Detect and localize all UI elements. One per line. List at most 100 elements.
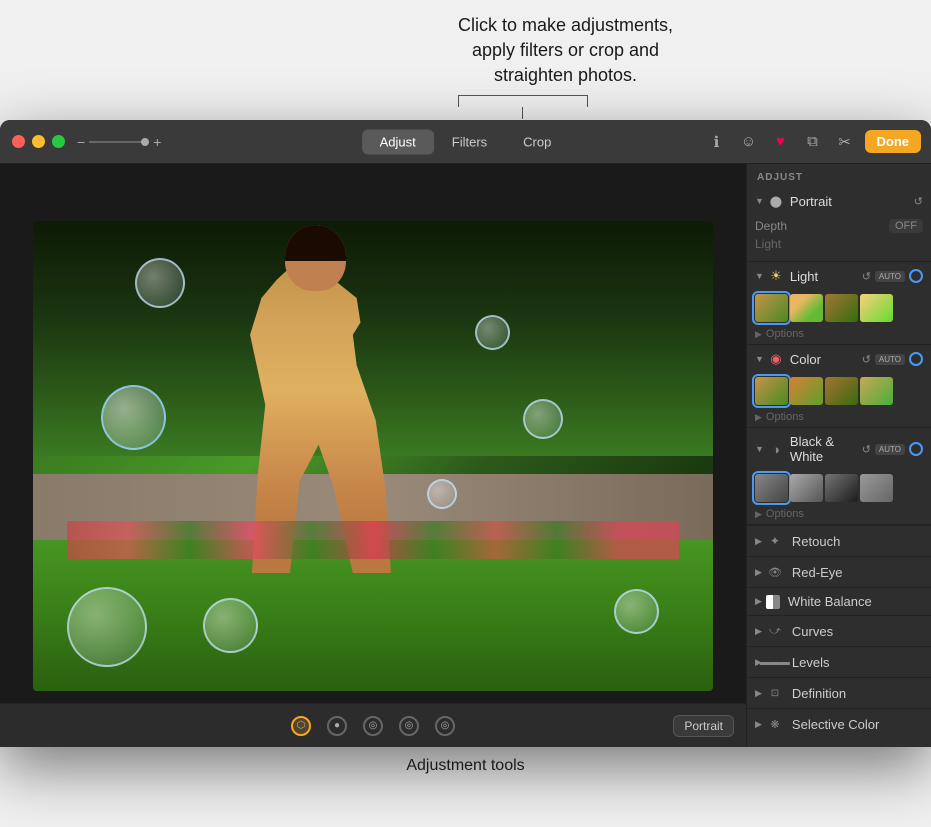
light-section-header[interactable]: ▼ ☀ Light ↺ AUTO xyxy=(747,262,931,290)
color-thumb-1[interactable] xyxy=(755,377,788,405)
below-annotation: Adjustment tools xyxy=(0,747,931,827)
tool-icon-2[interactable]: ● xyxy=(327,716,347,736)
photo-area[interactable]: ⬡ ● ◎ ◎ ◎ Portrait xyxy=(0,164,746,747)
done-button[interactable]: Done xyxy=(865,130,922,153)
bw-icon: ◑ xyxy=(768,441,784,457)
tab-filters[interactable]: Filters xyxy=(434,129,505,154)
portrait-controls: Depth OFF Light xyxy=(747,215,931,261)
color-options[interactable]: ▶ Options xyxy=(747,409,931,427)
tab-crop[interactable]: Crop xyxy=(505,129,569,154)
light-thumb-1[interactable] xyxy=(755,294,788,322)
bw-thumb-2[interactable] xyxy=(790,474,823,502)
curves-item[interactable]: ▶ ⤻ Curves xyxy=(747,615,931,646)
light-thumb-strip xyxy=(747,290,931,326)
info-icon[interactable]: ℹ xyxy=(705,130,729,154)
light-chevron: ▼ xyxy=(755,271,764,281)
light-thumb-2[interactable] xyxy=(790,294,823,322)
light-undo-icon[interactable]: ↺ xyxy=(862,270,871,283)
red-eye-item[interactable]: ▶ 👁 Red-Eye xyxy=(747,556,931,587)
definition-chevron: ▶ xyxy=(755,688,762,699)
bw-thumb-strip xyxy=(747,470,931,506)
tool-icon-5[interactable]: ◎ xyxy=(435,716,455,736)
tool-icon-3[interactable]: ◎ xyxy=(363,716,383,736)
main-content: ⬡ ● ◎ ◎ ◎ Portrait ADJUST ▼ ⬤ Portrait ↺ xyxy=(0,164,931,747)
light-label: Light xyxy=(755,235,923,253)
panel-scroll[interactable]: ▼ ⬤ Portrait ↺ Depth OFF Light xyxy=(747,187,931,747)
color-undo-icon[interactable]: ↺ xyxy=(862,353,871,366)
portrait-section-header[interactable]: ▼ ⬤ Portrait ↺ xyxy=(747,187,931,215)
heart-icon[interactable]: ♥ xyxy=(769,130,793,154)
bw-toggle[interactable] xyxy=(909,442,923,456)
color-title: Color xyxy=(790,352,862,367)
tooltip-bracket xyxy=(458,95,588,107)
selective-color-item[interactable]: ▶ ❋ Selective Color xyxy=(747,708,931,739)
share-icon[interactable]: ⧉ xyxy=(801,130,825,154)
tab-adjust[interactable]: Adjust xyxy=(362,129,434,154)
definition-item[interactable]: ▶ ⊡ Definition xyxy=(747,677,931,708)
color-chevron: ▼ xyxy=(755,354,764,364)
tooltip-area: Click to make adjustments, apply filters… xyxy=(0,0,931,120)
levels-item[interactable]: ▶ ▬▬▬ Levels xyxy=(747,646,931,677)
zoom-in-icon[interactable]: + xyxy=(153,134,161,150)
zoom-slider[interactable] xyxy=(89,141,149,143)
light-section: ▼ ☀ Light ↺ AUTO xyxy=(747,262,931,345)
portrait-chevron: ▼ xyxy=(755,196,764,206)
light-auto-badge[interactable]: AUTO xyxy=(875,271,905,282)
bubble-4 xyxy=(523,399,563,439)
bw-actions: ↺ AUTO xyxy=(862,442,923,456)
levels-icon: ▬▬▬ xyxy=(766,653,784,671)
bw-options[interactable]: ▶ Options xyxy=(747,506,931,524)
bw-auto-badge[interactable]: AUTO xyxy=(875,444,905,455)
curves-chevron: ▶ xyxy=(755,626,762,637)
bottom-toolbar: ⬡ ● ◎ ◎ ◎ Portrait xyxy=(0,703,746,747)
light-toggle[interactable] xyxy=(909,269,923,283)
portrait-button[interactable]: Portrait xyxy=(673,715,734,737)
definition-label: Definition xyxy=(792,686,923,701)
bw-section-header[interactable]: ▼ ◑ Black & White ↺ AUTO xyxy=(747,428,931,470)
bw-thumb-4[interactable] xyxy=(860,474,893,502)
portrait-undo-icon[interactable]: ↺ xyxy=(914,195,923,208)
bw-chevron: ▼ xyxy=(755,444,764,454)
color-section-header[interactable]: ▼ ◉ Color ↺ AUTO xyxy=(747,345,931,373)
bw-title: Black & White xyxy=(790,434,862,464)
retouch-item[interactable]: ▶ ✦ Retouch xyxy=(747,525,931,556)
tooltip-text: Click to make adjustments, apply filters… xyxy=(458,13,673,89)
right-panel: ADJUST ▼ ⬤ Portrait ↺ Depth OFF xyxy=(746,164,931,747)
tooltip-line xyxy=(522,107,523,119)
selective-color-chevron: ▶ xyxy=(755,719,762,730)
color-icon: ◉ xyxy=(768,351,784,367)
color-thumb-2[interactable] xyxy=(790,377,823,405)
light-thumb-3[interactable] xyxy=(825,294,858,322)
color-toggle[interactable] xyxy=(909,352,923,366)
tab-bar: Adjust Filters Crop xyxy=(362,129,570,154)
photo-subject-head xyxy=(285,225,346,291)
depth-row: Depth OFF xyxy=(755,217,923,235)
annotation-text: Adjustment tools xyxy=(406,757,524,775)
edit-icon[interactable]: ✂ xyxy=(833,130,857,154)
close-button[interactable] xyxy=(12,135,25,148)
light-options[interactable]: ▶ Options xyxy=(747,326,931,344)
bw-thumb-3[interactable] xyxy=(825,474,858,502)
depth-label: Depth xyxy=(755,219,787,233)
bw-thumb-1[interactable] xyxy=(755,474,788,502)
zoom-out-icon[interactable]: − xyxy=(77,134,85,150)
minimize-button[interactable] xyxy=(32,135,45,148)
white-balance-item[interactable]: ▶ White Balance xyxy=(747,587,931,615)
light-thumb-4[interactable] xyxy=(860,294,893,322)
bw-undo-icon[interactable]: ↺ xyxy=(862,443,871,456)
color-auto-badge[interactable]: AUTO xyxy=(875,354,905,365)
maximize-button[interactable] xyxy=(52,135,65,148)
app-window: − + Adjust Filters Crop ℹ ☺ ♥ ⧉ ✂ Done xyxy=(0,120,931,747)
selective-color-label: Selective Color xyxy=(792,717,923,732)
color-thumb-3[interactable] xyxy=(825,377,858,405)
white-balance-label: White Balance xyxy=(788,594,923,609)
curves-label: Curves xyxy=(792,624,923,639)
bubble-3 xyxy=(101,385,166,450)
title-bar: − + Adjust Filters Crop ℹ ☺ ♥ ⧉ ✂ Done xyxy=(0,120,931,164)
tool-icon-1[interactable]: ⬡ xyxy=(291,716,311,736)
panel-header: ADJUST xyxy=(747,164,931,187)
tool-icon-4[interactable]: ◎ xyxy=(399,716,419,736)
face-icon[interactable]: ☺ xyxy=(737,130,761,154)
retouch-label: Retouch xyxy=(792,534,923,549)
color-thumb-4[interactable] xyxy=(860,377,893,405)
